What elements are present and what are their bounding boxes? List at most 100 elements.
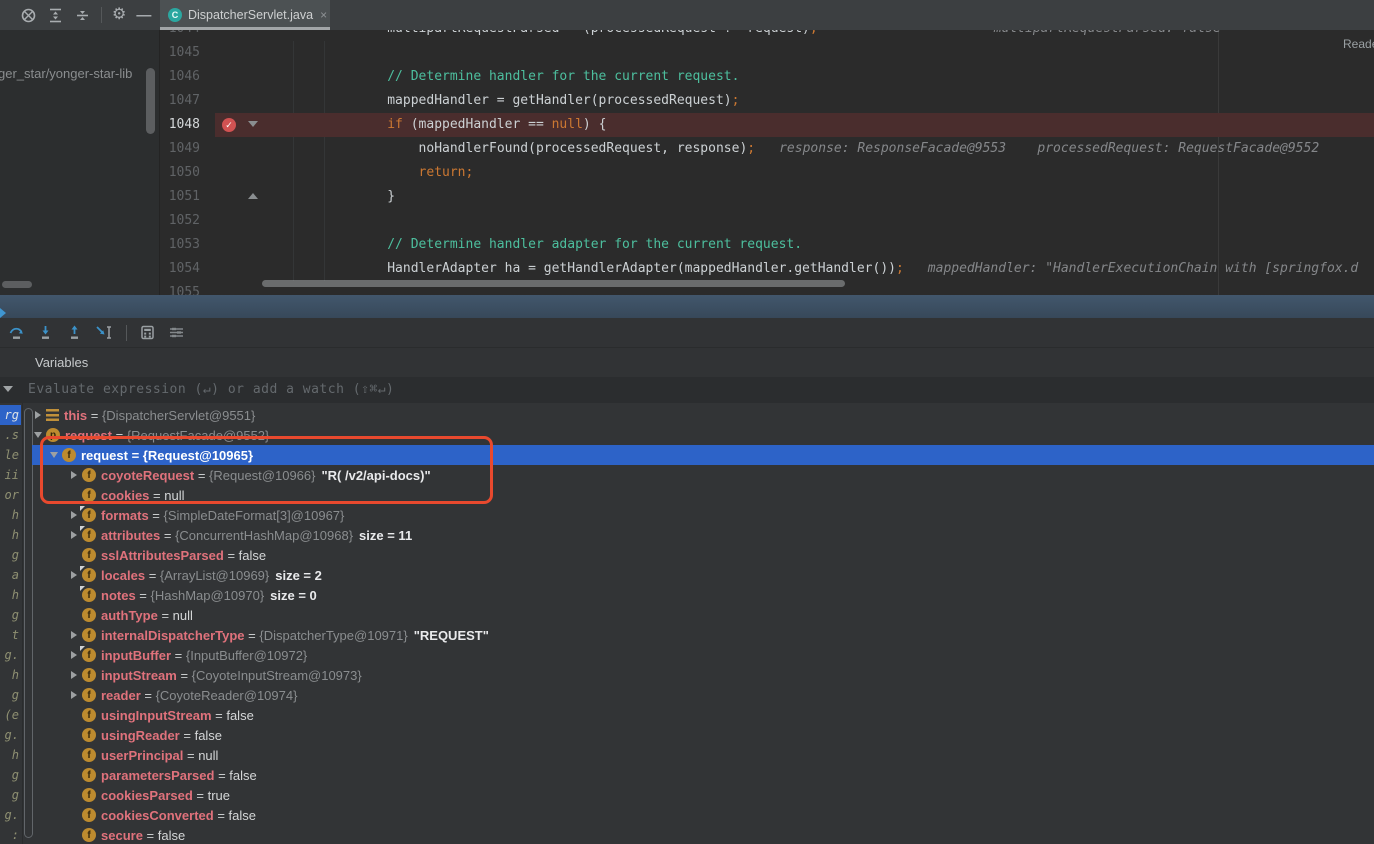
fold-marker-icon[interactable] bbox=[248, 121, 258, 127]
breakpoint-icon[interactable]: ✓ bbox=[222, 118, 236, 132]
variable-row-parametersParsed[interactable]: fparametersParsed = false bbox=[32, 765, 1374, 785]
variable-row-internalDispatcherType[interactable]: finternalDispatcherType = {DispatcherTyp… bbox=[32, 625, 1374, 645]
expand-chevron-icon[interactable] bbox=[32, 411, 44, 419]
frame-item-clipped[interactable]: g. bbox=[0, 645, 21, 665]
variable-value: {SimpleDateFormat[3]@10967} bbox=[164, 508, 345, 523]
frame-item-clipped[interactable]: or bbox=[0, 485, 21, 505]
variable-row-request[interactable]: frequest = {Request@10965} bbox=[32, 445, 1374, 465]
frame-item-clipped[interactable]: (e bbox=[0, 705, 21, 725]
frame-item-clipped[interactable]: g bbox=[0, 765, 21, 785]
variable-name: attributes bbox=[101, 528, 160, 543]
tab-variables[interactable]: Variables bbox=[35, 355, 88, 370]
evaluate-expression-icon[interactable] bbox=[139, 324, 156, 341]
frame-item-clipped[interactable]: h bbox=[0, 525, 21, 545]
variable-row-cookiesParsed[interactable]: fcookiesParsed = true bbox=[32, 785, 1374, 805]
variable-row-request[interactable]: prequest = {RequestFacade@9552} bbox=[32, 425, 1374, 445]
code-line-1051[interactable]: 1051 } bbox=[160, 185, 1374, 209]
expand-all-icon[interactable] bbox=[47, 7, 64, 24]
evaluate-placeholder: Evaluate expression (↵) or add a watch (… bbox=[28, 382, 394, 397]
variable-row-userPrincipal[interactable]: fuserPrincipal = null bbox=[32, 745, 1374, 765]
run-to-cursor-icon[interactable] bbox=[95, 324, 114, 341]
code-line-1044[interactable]: 1044 multipartRequestParsed = (processed… bbox=[160, 30, 1374, 41]
frame-item-clipped[interactable]: h bbox=[0, 745, 21, 765]
frame-item-clipped[interactable]: g bbox=[0, 785, 21, 805]
variable-row-coyoteRequest[interactable]: fcoyoteRequest = {Request@10966}"R( /v2/… bbox=[32, 465, 1374, 485]
expand-chevron-icon[interactable] bbox=[68, 651, 80, 659]
frame-item-clipped[interactable]: g bbox=[0, 685, 21, 705]
variable-row-notes[interactable]: fnotes = {HashMap@10970}size = 0 bbox=[32, 585, 1374, 605]
code-line-1054[interactable]: 1054 HandlerAdapter ha = getHandlerAdapt… bbox=[160, 257, 1374, 281]
settings-gear-icon[interactable]: ⚙ bbox=[112, 7, 126, 23]
line-number: 1055 bbox=[168, 281, 200, 295]
code-line-1047[interactable]: 1047 mappedHandler = getHandler(processe… bbox=[160, 89, 1374, 113]
expand-chevron-icon[interactable] bbox=[68, 511, 80, 519]
frame-item-clipped[interactable]: g. bbox=[0, 805, 21, 825]
expand-chevron-icon[interactable] bbox=[68, 671, 80, 679]
frame-item-clipped[interactable]: : bbox=[0, 825, 21, 844]
tab-close-icon[interactable]: × bbox=[320, 8, 327, 22]
variable-row-reader[interactable]: freader = {CoyoteReader@10974} bbox=[32, 685, 1374, 705]
code-line-1052[interactable]: 1052 bbox=[160, 209, 1374, 233]
variable-row-usingInputStream[interactable]: fusingInputStream = false bbox=[32, 705, 1374, 725]
variable-row-usingReader[interactable]: fusingReader = false bbox=[32, 725, 1374, 745]
fold-marker-icon[interactable] bbox=[248, 193, 258, 199]
frame-item-clipped[interactable]: ii bbox=[0, 465, 21, 485]
variable-row-sslAttributesParsed[interactable]: fsslAttributesParsed = false bbox=[32, 545, 1374, 565]
field-icon: f bbox=[82, 648, 96, 662]
frame-item-clipped[interactable]: h bbox=[0, 585, 21, 605]
frame-item-clipped[interactable]: g. bbox=[0, 725, 21, 745]
frame-item-clipped[interactable]: g bbox=[0, 605, 21, 625]
hide-panel-icon[interactable]: — bbox=[136, 8, 151, 23]
frame-item-clipped[interactable]: h bbox=[0, 505, 21, 525]
code-line-1048[interactable]: 1048✓ if (mappedHandler == null) { bbox=[160, 113, 1374, 137]
frame-item-clipped[interactable]: a bbox=[0, 565, 21, 585]
variable-row-cookiesConverted[interactable]: fcookiesConverted = false bbox=[32, 805, 1374, 825]
frame-item-clipped[interactable]: g bbox=[0, 545, 21, 565]
code-line-1045[interactable]: 1045 bbox=[160, 41, 1374, 65]
expand-chevron-icon[interactable] bbox=[48, 452, 60, 458]
editor-horizontal-scrollbar[interactable] bbox=[262, 280, 845, 287]
code-line-1053[interactable]: 1053 // Determine handler adapter for th… bbox=[160, 233, 1374, 257]
expand-chevron-icon[interactable] bbox=[32, 432, 44, 438]
navigate-target-icon[interactable] bbox=[20, 7, 37, 24]
variable-row-secure[interactable]: fsecure = false bbox=[32, 825, 1374, 844]
variable-row-authType[interactable]: fauthType = null bbox=[32, 605, 1374, 625]
variable-name: request bbox=[81, 448, 128, 463]
collapse-all-icon[interactable] bbox=[74, 7, 91, 24]
code-line-1050[interactable]: 1050 return; bbox=[160, 161, 1374, 185]
step-out-icon[interactable] bbox=[66, 324, 83, 341]
threads-dropdown-icon[interactable] bbox=[3, 386, 13, 392]
field-icon: f bbox=[82, 528, 96, 542]
step-over-icon[interactable] bbox=[8, 324, 25, 341]
expand-chevron-icon[interactable] bbox=[68, 691, 80, 699]
frame-item-clipped[interactable]: le bbox=[0, 445, 21, 465]
expand-chevron-icon[interactable] bbox=[68, 631, 80, 639]
variable-row-locales[interactable]: flocales = {ArrayList@10969}size = 2 bbox=[32, 565, 1374, 585]
code-line-1046[interactable]: 1046 // Determine handler for the curren… bbox=[160, 65, 1374, 89]
variable-row-this[interactable]: this = {DispatcherServlet@9551} bbox=[32, 405, 1374, 425]
project-panel-vertical-scrollbar[interactable] bbox=[146, 68, 155, 134]
project-panel-horizontal-scrollbar[interactable] bbox=[2, 281, 32, 288]
field-icon: f bbox=[82, 508, 96, 522]
frame-item-clipped[interactable]: t bbox=[0, 625, 21, 645]
layout-settings-icon[interactable] bbox=[168, 324, 185, 341]
variable-row-inputBuffer[interactable]: finputBuffer = {InputBuffer@10972} bbox=[32, 645, 1374, 665]
variable-row-formats[interactable]: fformats = {SimpleDateFormat[3]@10967} bbox=[32, 505, 1374, 525]
variable-row-inputStream[interactable]: finputStream = {CoyoteInputStream@10973} bbox=[32, 665, 1374, 685]
editor-tab-dispatcherservlet[interactable]: C DispatcherServlet.java × bbox=[160, 0, 330, 30]
variable-name: userPrincipal bbox=[101, 748, 183, 763]
code-line-1049[interactable]: 1049 noHandlerFound(processedRequest, re… bbox=[160, 137, 1374, 161]
panel-splitter[interactable] bbox=[0, 295, 1374, 318]
frame-item-clipped[interactable]: .s bbox=[0, 425, 21, 445]
variable-row-cookies[interactable]: fcookies = null bbox=[32, 485, 1374, 505]
frame-item-clipped[interactable]: h bbox=[0, 665, 21, 685]
variable-row-attributes[interactable]: fattributes = {ConcurrentHashMap@10968}s… bbox=[32, 525, 1374, 545]
variable-name: formats bbox=[101, 508, 149, 523]
expand-chevron-icon[interactable] bbox=[68, 471, 80, 479]
expand-chevron-icon[interactable] bbox=[68, 571, 80, 579]
variable-value: false bbox=[229, 768, 256, 783]
step-into-icon[interactable] bbox=[37, 324, 54, 341]
code-editor[interactable]: Reade 1044 multipartRequestParsed = (pro… bbox=[160, 30, 1374, 295]
expand-chevron-icon[interactable] bbox=[68, 531, 80, 539]
frame-item-clipped[interactable]: rg bbox=[0, 405, 21, 425]
